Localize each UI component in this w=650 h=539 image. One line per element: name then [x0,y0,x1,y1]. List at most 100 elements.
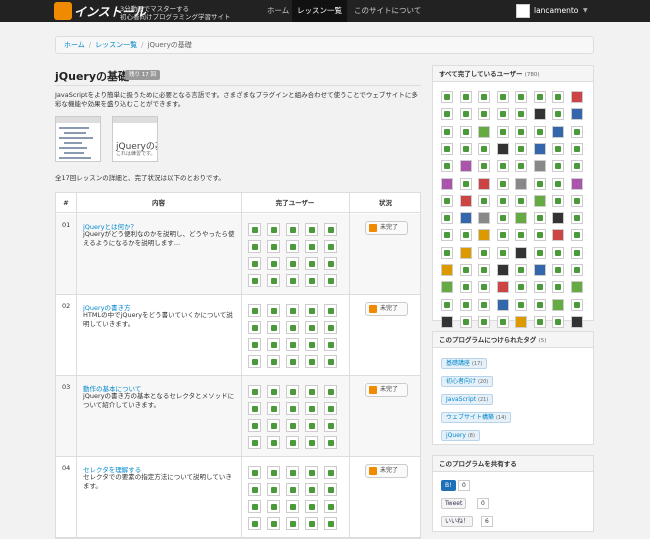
completed-user-avatar[interactable] [478,160,490,173]
completed-user-avatar[interactable] [248,257,261,270]
completed-user-avatar[interactable] [248,436,261,449]
completed-user-avatar[interactable] [496,194,509,207]
completed-user-avatar[interactable] [478,194,490,207]
completed-user-avatar[interactable] [496,315,509,328]
completed-user-avatar[interactable] [570,125,583,138]
completed-user-avatar[interactable] [324,500,337,513]
completed-user-avatar[interactable] [305,257,318,270]
completed-user-avatar[interactable] [248,240,261,253]
completed-user-avatar[interactable] [441,91,453,103]
completed-user-avatar[interactable] [324,466,337,479]
completed-user-avatar[interactable] [305,517,318,530]
tweet-button[interactable]: Tweet [441,498,467,509]
tag-link[interactable]: 初心者向け (20) [441,376,494,387]
completed-user-avatar[interactable] [459,160,472,173]
completed-user-avatar[interactable] [267,304,280,317]
completed-user-avatar[interactable] [286,436,299,449]
tag-link[interactable]: ウェブサイト構築 (14) [441,412,512,423]
completed-user-avatar[interactable] [478,91,490,103]
facebook-like-button[interactable]: いいね！ [441,516,474,527]
user-name[interactable]: lancamento [534,0,578,22]
completed-user-avatar[interactable] [441,160,453,173]
completed-user-avatar[interactable] [459,177,472,190]
status-button[interactable]: 未完了 [365,221,408,235]
nav-lessons-link[interactable]: レッスン一覧 [292,0,347,22]
completed-user-avatar[interactable] [286,240,299,253]
completed-user-avatar[interactable] [496,108,509,121]
completed-user-avatar[interactable] [570,108,583,121]
completed-user-avatar[interactable] [441,315,453,328]
completed-user-avatar[interactable] [248,355,261,368]
completed-user-avatar[interactable] [305,500,318,513]
completed-user-avatar[interactable] [324,436,337,449]
completed-user-avatar[interactable] [496,298,509,311]
completed-user-avatar[interactable] [533,125,546,138]
preview-thumbnail-browser[interactable]: jQueryの基本 これは練習です。 [112,116,158,162]
completed-user-avatar[interactable] [324,240,337,253]
completed-user-avatar[interactable] [496,160,509,173]
completed-user-avatar[interactable] [552,108,564,121]
completed-user-avatar[interactable] [248,500,261,513]
completed-user-avatar[interactable] [459,212,472,225]
completed-user-avatar[interactable] [570,264,583,276]
completed-user-avatar[interactable] [248,517,261,530]
completed-user-avatar[interactable] [305,466,318,479]
status-button[interactable]: 未完了 [365,302,408,316]
completed-user-avatar[interactable] [324,385,337,398]
completed-user-avatar[interactable] [533,246,546,259]
completed-user-avatar[interactable] [533,142,546,155]
user-avatar[interactable] [516,4,530,18]
completed-user-avatar[interactable] [286,338,299,351]
completed-user-avatar[interactable] [552,246,564,259]
completed-user-avatar[interactable] [305,274,318,287]
completed-user-avatar[interactable] [267,223,280,236]
completed-user-avatar[interactable] [478,264,490,276]
completed-user-avatar[interactable] [305,223,318,236]
completed-user-avatar[interactable] [496,229,509,242]
completed-user-avatar[interactable] [478,246,490,259]
completed-user-avatar[interactable] [459,229,472,242]
completed-user-avatar[interactable] [267,483,280,496]
completed-user-avatar[interactable] [459,298,472,311]
completed-user-avatar[interactable] [267,419,280,432]
completed-user-avatar[interactable] [441,125,453,138]
completed-user-avatar[interactable] [441,246,453,259]
completed-user-avatar[interactable] [533,108,546,121]
completed-user-avatar[interactable] [324,304,337,317]
completed-user-avatar[interactable] [441,264,453,276]
completed-user-avatar[interactable] [533,315,546,328]
completed-user-avatar[interactable] [459,281,472,294]
completed-user-avatar[interactable] [305,321,318,334]
completed-user-avatar[interactable] [324,223,337,236]
completed-user-avatar[interactable] [324,274,337,287]
completed-user-avatar[interactable] [459,91,472,103]
completed-user-avatar[interactable] [570,177,583,190]
completed-user-avatar[interactable] [305,338,318,351]
completed-user-avatar[interactable] [478,281,490,294]
completed-user-avatar[interactable] [305,240,318,253]
completed-user-avatar[interactable] [533,177,546,190]
completed-user-avatar[interactable] [286,355,299,368]
completed-user-avatar[interactable] [515,142,527,155]
completed-user-avatar[interactable] [552,194,564,207]
completed-user-avatar[interactable] [496,246,509,259]
completed-user-avatar[interactable] [570,212,583,225]
completed-user-avatar[interactable] [515,264,527,276]
completed-user-avatar[interactable] [533,91,546,103]
completed-user-avatar[interactable] [515,246,527,259]
completed-user-avatar[interactable] [552,281,564,294]
completed-user-avatar[interactable] [286,419,299,432]
completed-user-avatar[interactable] [267,500,280,513]
completed-user-avatar[interactable] [324,338,337,351]
completed-user-avatar[interactable] [533,229,546,242]
completed-user-avatar[interactable] [552,315,564,328]
completed-user-avatar[interactable] [515,229,527,242]
completed-user-avatar[interactable] [570,142,583,155]
completed-user-avatar[interactable] [570,229,583,242]
completed-user-avatar[interactable] [267,274,280,287]
completed-user-avatar[interactable] [286,500,299,513]
completed-user-avatar[interactable] [515,91,527,103]
completed-user-avatar[interactable] [515,125,527,138]
completed-user-avatar[interactable] [478,177,490,190]
completed-user-avatar[interactable] [267,355,280,368]
